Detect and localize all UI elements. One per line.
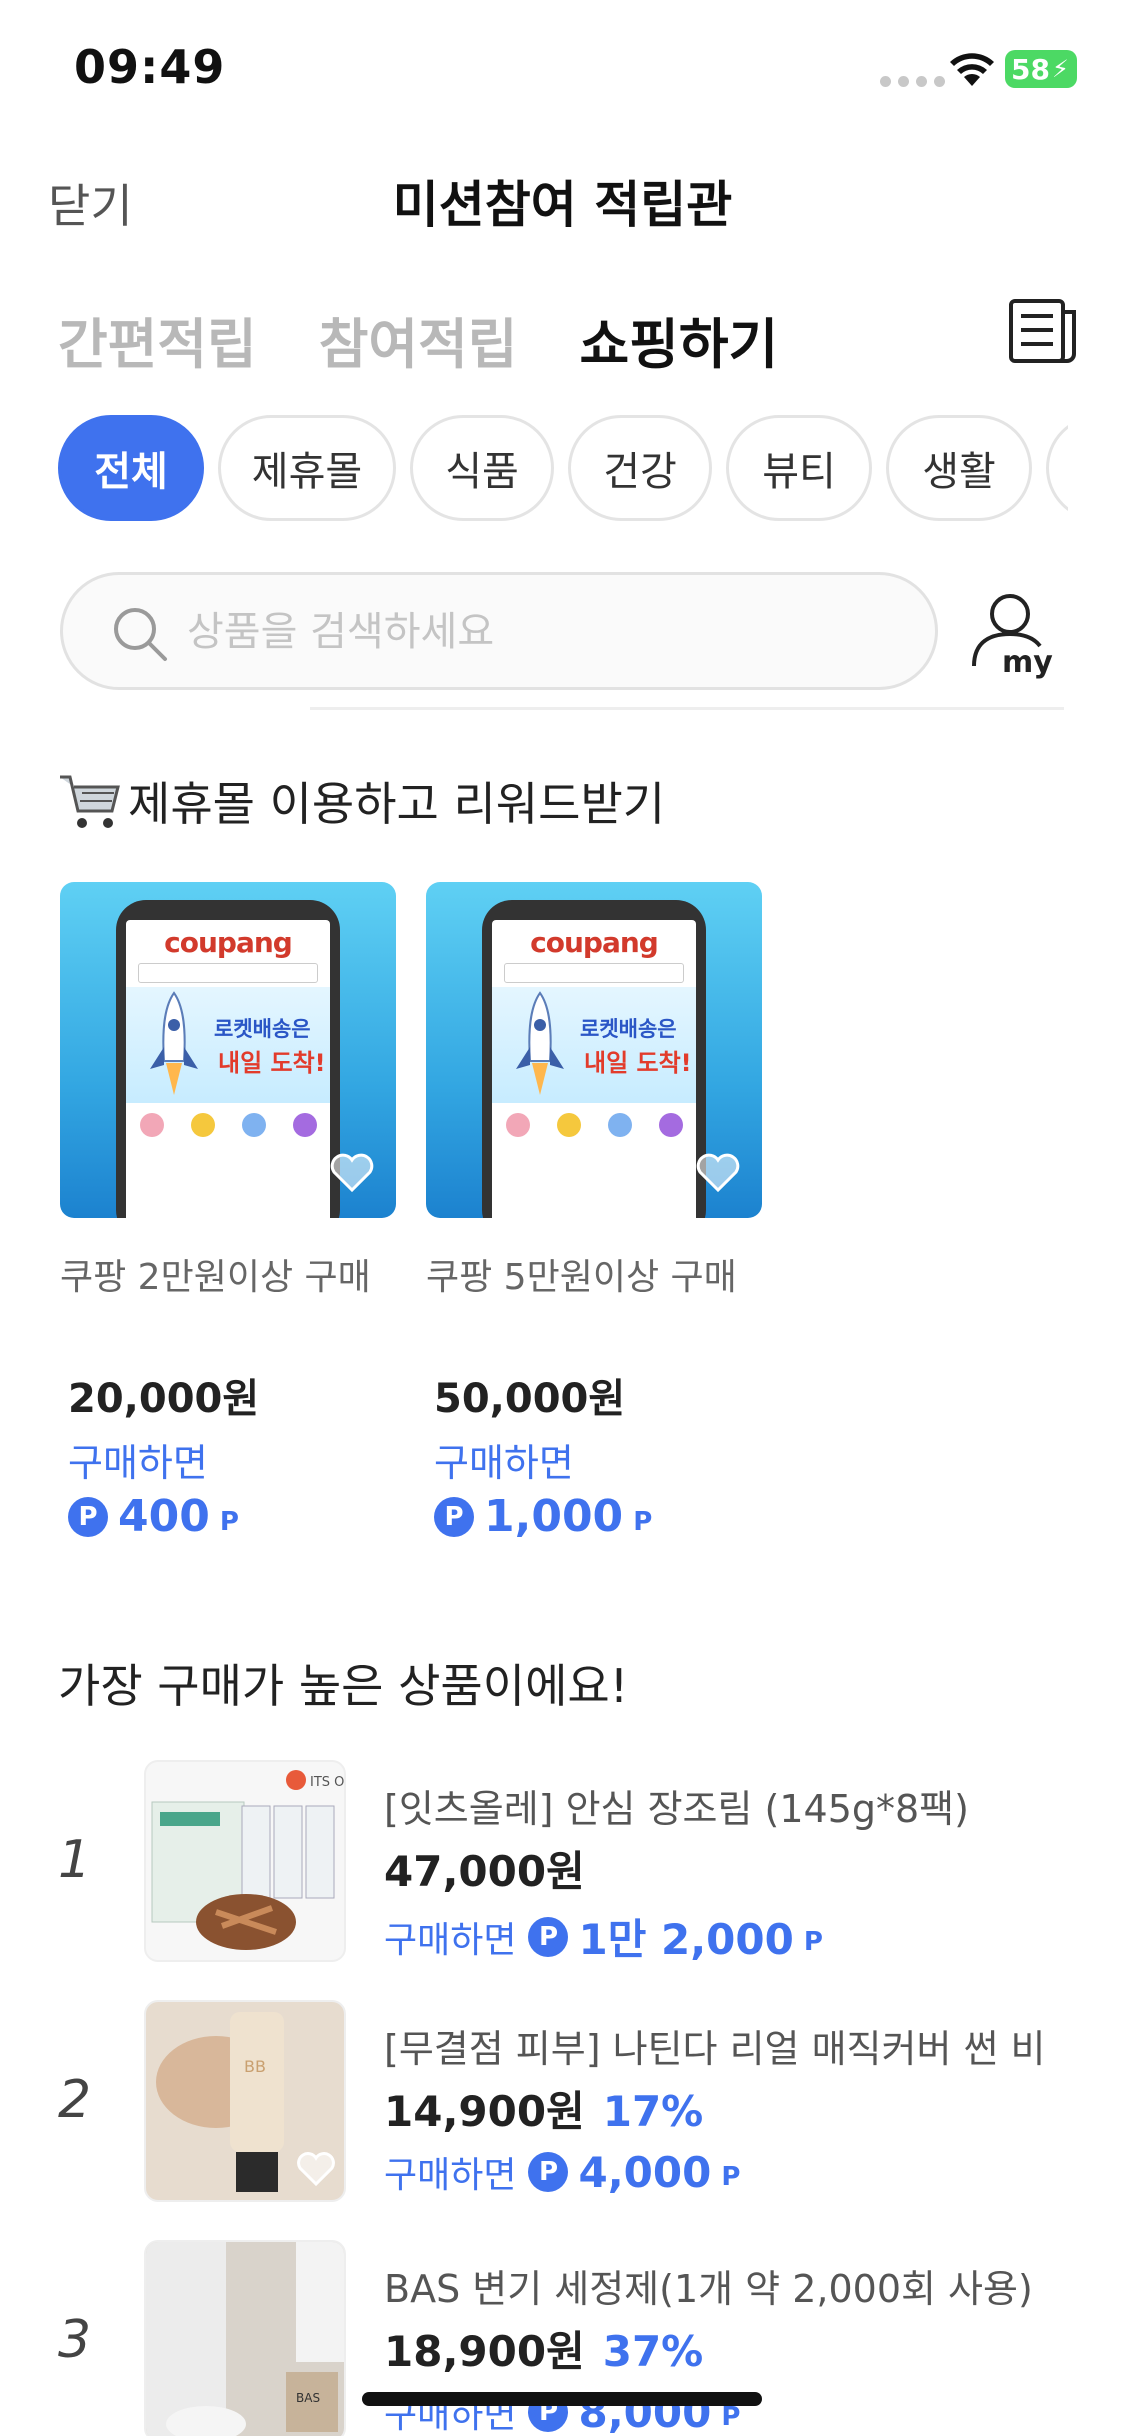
home-indicator — [362, 2392, 762, 2406]
partner-card[interactable]: coupang 로켓배송은 내일 도착! 쿠팡 2만원이상 구매 20,000원… — [60, 882, 396, 1542]
product-points-row: 구매하면 P 4,000 P — [384, 2146, 740, 2198]
product-points-row: 구매하면 P 1만 2,000 P — [384, 1906, 823, 1967]
promo-line-1: 로켓배송은 — [214, 1017, 311, 1041]
product-title: [무결점 피부] 나틴다 리얼 매직커버 썬 비 — [384, 2027, 1046, 2071]
battery-level: 58 — [1011, 52, 1050, 86]
status-time: 09:49 — [74, 40, 226, 94]
product-title: BAS 변기 세정제(1개 약 2,000회 사용) — [384, 2267, 1033, 2311]
page-title: 미션참여 적립관 — [392, 176, 733, 234]
document-list-icon[interactable] — [1008, 298, 1078, 364]
product-price: 47,000원 — [384, 1847, 585, 1896]
heart-icon[interactable] — [696, 1152, 740, 1192]
card-buy-label: 구매하면 — [68, 1441, 208, 1485]
partner-section-title: 제휴몰 이용하고 리워드받기 — [128, 777, 666, 831]
heart-icon[interactable] — [330, 1152, 374, 1192]
my-page-icon[interactable]: my — [970, 590, 1060, 680]
tab-bar: 간편적립 참여적립 쇼핑하기 — [58, 300, 778, 379]
points-amount: 1만 2,000 — [578, 1915, 794, 1964]
promo-line-2: 내일 도착! — [584, 1049, 692, 1077]
product-price: 14,900원 — [384, 2087, 585, 2136]
rocket-icon — [516, 991, 564, 1095]
battery-icon: 58 ⚡ — [1005, 50, 1077, 88]
ranking-item[interactable]: 2 BB [무결점 피부] 나틴다 리얼 매직커버 썬 비 14,900원 17%… — [0, 2000, 1125, 2210]
coupang-logo: coupang — [164, 926, 293, 959]
chip-partner-mall[interactable]: 제휴몰 — [218, 415, 396, 521]
points-unit: P — [721, 2402, 741, 2432]
product-price-row: 18,900원 37% — [384, 2318, 703, 2379]
points-unit: P — [219, 1506, 239, 1537]
cellular-signal-icon — [880, 76, 945, 87]
brand-logo-text: BAS — [296, 2391, 320, 2405]
shopping-cart-icon — [60, 775, 120, 828]
tab-participate-earn[interactable]: 참여적립 — [319, 300, 518, 379]
points-unit: P — [803, 1926, 823, 1957]
rank-number: 2 — [58, 2070, 92, 2130]
point-icon: P — [528, 1916, 569, 1957]
coupang-logo: coupang — [530, 926, 659, 959]
chip-more[interactable] — [1046, 415, 1068, 521]
chip-health[interactable]: 건강 — [568, 415, 712, 521]
svg-text:BB: BB — [244, 2057, 266, 2076]
tab-shopping[interactable]: 쇼핑하기 — [579, 300, 778, 379]
promo-line-1: 로켓배송은 — [580, 1017, 677, 1041]
buy-label: 구매하면 — [384, 1919, 517, 1961]
category-chips: 전체 제휴몰 식품 건강 뷰티 생활 — [58, 415, 1068, 525]
product-price-row: 14,900원 17% — [384, 2078, 703, 2139]
brand-logo-text: ITS OLLE — [310, 1775, 346, 1790]
point-icon: P — [528, 2152, 569, 2192]
ranking-item[interactable]: 1 ITS OLLE [잇츠올레] 안심 장조림 (145g*8팩) 47,00… — [0, 1760, 1125, 1970]
ranking-section-title: 가장 구매가 높은 상품이에요! — [58, 1659, 629, 1713]
product-image: coupang 로켓배송은 내일 도착! — [426, 882, 762, 1218]
card-name: 쿠팡 5만원이상 구매 — [426, 1257, 737, 1298]
divider — [310, 707, 1064, 710]
points-unit: P — [633, 1506, 653, 1537]
my-label: my — [1002, 645, 1053, 680]
buy-label: 구매하면 — [384, 2155, 517, 2196]
search-bar — [60, 572, 938, 690]
ranking-item[interactable]: 3 BAS BAS 변기 세정제(1개 약 2,000회 사용) 18,900원… — [0, 2240, 1125, 2436]
card-points: P 1,000 P — [426, 1491, 762, 1542]
wifi-icon — [950, 53, 994, 86]
rank-number: 1 — [58, 1830, 92, 1890]
points-amount: 1,000 — [484, 1491, 624, 1542]
status-bar: 09:49 58 ⚡ — [0, 0, 1125, 140]
chip-all[interactable]: 전체 — [58, 415, 204, 521]
partner-section-header: 제휴몰 이용하고 리워드받기 — [58, 768, 665, 834]
discount-rate: 17% — [602, 2087, 704, 2136]
rocket-icon — [150, 991, 198, 1095]
card-price: 20,000원 — [68, 1376, 260, 1422]
product-image: ITS OLLE — [144, 1760, 346, 1962]
product-title: [잇츠올레] 안심 장조림 (145g*8팩) — [384, 1787, 969, 1831]
partner-card[interactable]: coupang 로켓배송은 내일 도착! 쿠팡 5만원이상 구매 50,000원… — [426, 882, 762, 1542]
product-image: coupang 로켓배송은 내일 도착! — [60, 882, 396, 1218]
discount-rate: 37% — [602, 2327, 704, 2376]
promo-line-2: 내일 도착! — [218, 1049, 326, 1077]
card-points: P 400 P — [60, 1491, 396, 1542]
product-image: BB — [144, 2000, 346, 2202]
card-price: 50,000원 — [434, 1376, 626, 1422]
product-image: BAS — [144, 2240, 346, 2436]
search-icon — [114, 608, 167, 661]
chip-food[interactable]: 식품 — [410, 415, 554, 521]
point-icon: P — [434, 1496, 474, 1537]
points-amount: 400 — [118, 1491, 210, 1542]
rank-number: 3 — [58, 2310, 92, 2370]
points-amount: 4,000 — [578, 2147, 712, 2197]
product-price-row: 47,000원 — [384, 1838, 585, 1899]
search-input[interactable] — [187, 597, 887, 667]
heart-icon — [297, 2152, 335, 2187]
card-buy-label: 구매하면 — [434, 1441, 574, 1485]
chip-living[interactable]: 생활 — [886, 415, 1032, 521]
chip-beauty[interactable]: 뷰티 — [726, 415, 872, 521]
tab-easy-earn[interactable]: 간편적립 — [58, 300, 257, 379]
point-icon: P — [68, 1496, 108, 1537]
points-unit: P — [721, 2162, 741, 2192]
card-name: 쿠팡 2만원이상 구매 — [60, 1257, 371, 1298]
product-price: 18,900원 — [384, 2327, 585, 2376]
